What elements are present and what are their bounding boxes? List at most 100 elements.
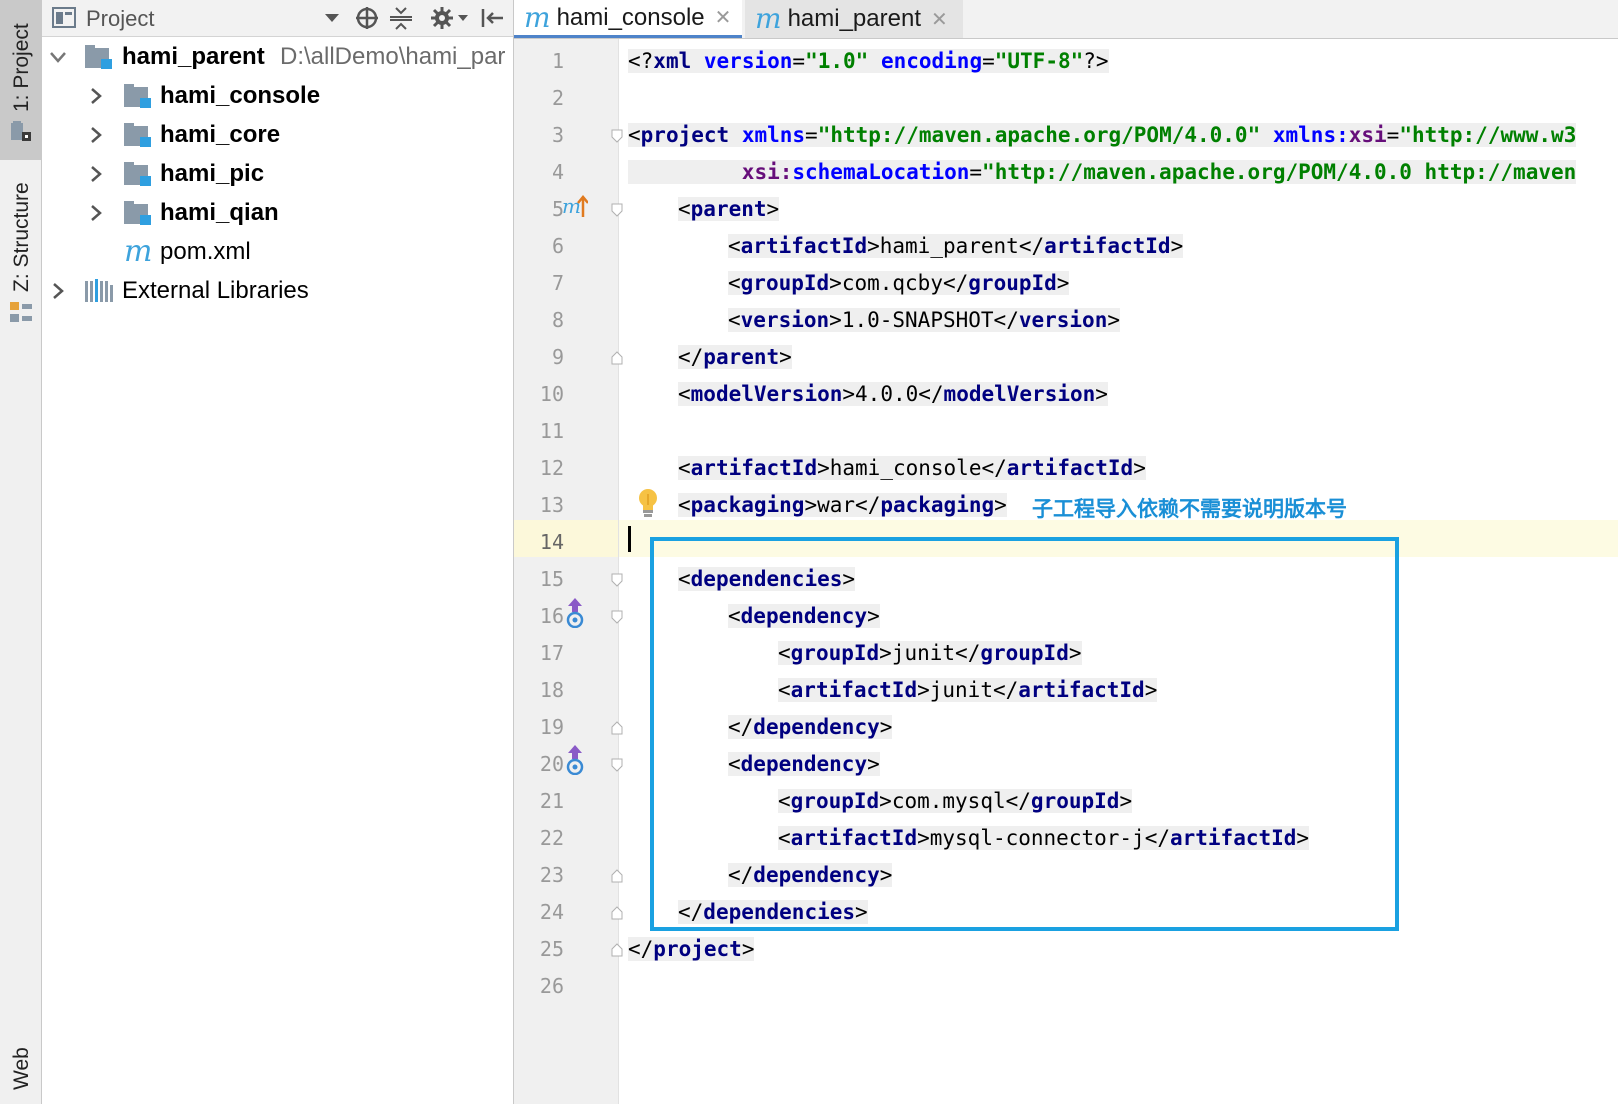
tree-item-hami-console[interactable]: hami_console <box>42 76 513 115</box>
project-tool-tab[interactable]: 1: Project <box>0 0 41 160</box>
tree-item-path: D:\allDemo\hami_par <box>280 42 506 70</box>
line-number[interactable]: 1 <box>514 43 564 80</box>
tree-item-hami-pic[interactable]: hami_pic <box>42 154 513 193</box>
web-tab-label: Web <box>10 1047 33 1090</box>
maven-dependency-icon[interactable] <box>564 745 586 775</box>
chevron-right-icon[interactable] <box>86 86 106 106</box>
fold-open-marker-icon[interactable] <box>611 203 623 217</box>
close-icon[interactable]: ✕ <box>931 7 948 32</box>
code-line-3[interactable]: <project xmlns="http://maven.apache.org/… <box>628 117 1577 154</box>
line-number[interactable]: 22 <box>514 820 564 857</box>
line-number[interactable]: 26 <box>514 968 564 1005</box>
project-tab-label: 1: Project <box>10 23 33 112</box>
line-number[interactable]: 5 <box>514 191 564 228</box>
line-number[interactable]: 6 <box>514 228 564 265</box>
locate-icon[interactable] <box>353 4 381 32</box>
module-folder-icon <box>124 162 151 186</box>
fold-open-marker-icon[interactable] <box>611 129 623 143</box>
code-line-17[interactable]: <groupId>junit</groupId> <box>778 635 1082 672</box>
project-panel-header: Project <box>42 0 513 37</box>
code-line-1[interactable]: <?xml version="1.0" encoding="UTF-8"?> <box>628 43 1109 80</box>
structure-tool-tab[interactable]: Z: Structure <box>0 170 41 330</box>
code-line-20[interactable]: <dependency> <box>728 746 880 783</box>
tool-window-strip: 1: Project Z: Structure Web <box>0 0 42 1104</box>
code-line-12[interactable]: <artifactId>hami_console</artifactId> <box>678 450 1146 487</box>
collapse-all-icon[interactable] <box>387 4 415 32</box>
fold-open-marker-icon[interactable] <box>611 758 623 772</box>
line-number[interactable]: 8 <box>514 302 564 339</box>
code-line-8[interactable]: <version>1.0-SNAPSHOT</version> <box>728 302 1121 339</box>
fold-close-marker-icon[interactable] <box>611 906 623 920</box>
line-number[interactable]: 20 <box>514 746 564 783</box>
line-number[interactable]: 18 <box>514 672 564 709</box>
line-number[interactable]: 12 <box>514 450 564 487</box>
code-line-4[interactable]: xsi:schemaLocation="http://maven.apache.… <box>628 154 1577 191</box>
line-number[interactable]: 23 <box>514 857 564 894</box>
tree-item-external-libraries[interactable]: External Libraries <box>42 271 513 310</box>
view-dropdown-icon[interactable] <box>318 4 346 32</box>
web-tool-tab[interactable]: Web <box>0 1020 41 1104</box>
chevron-right-icon[interactable] <box>86 125 106 145</box>
maven-parent-up-icon[interactable]: m <box>562 193 588 219</box>
tab-hami-parent[interactable]: m hami_parent ✕ <box>745 0 963 38</box>
chevron-right-icon[interactable] <box>86 164 106 184</box>
line-number[interactable]: 19 <box>514 709 564 746</box>
fold-close-marker-icon[interactable] <box>611 721 623 735</box>
code-line-6[interactable]: <artifactId>hami_parent</artifactId> <box>728 228 1184 265</box>
code-line-22[interactable]: <artifactId>mysql-connector-j</artifactI… <box>778 820 1310 857</box>
hide-panel-icon[interactable] <box>478 4 506 32</box>
tree-item-label: hami_core <box>160 120 281 148</box>
code-line-16[interactable]: <dependency> <box>728 598 880 635</box>
code-line-19[interactable]: </dependency> <box>728 709 893 746</box>
code-line-25[interactable]: </project> <box>628 931 755 968</box>
tree-item-label: External Libraries <box>122 276 309 304</box>
code-line-23[interactable]: </dependency> <box>728 857 893 894</box>
code-line-10[interactable]: <modelVersion>4.0.0</modelVersion> <box>678 376 1108 413</box>
maven-dependency-icon[interactable] <box>564 598 586 628</box>
line-number[interactable]: 16 <box>514 598 564 635</box>
chevron-right-icon[interactable] <box>48 281 68 301</box>
module-folder-icon <box>85 45 112 69</box>
line-number[interactable]: 15 <box>514 561 564 598</box>
chevron-right-icon[interactable] <box>86 203 106 223</box>
line-number[interactable]: 13 <box>514 487 564 524</box>
line-number[interactable]: 17 <box>514 635 564 672</box>
lightbulb-icon[interactable] <box>636 487 660 519</box>
line-number[interactable]: 11 <box>514 413 564 450</box>
line-number[interactable]: 2 <box>514 80 564 117</box>
tree-item-hami-core[interactable]: hami_core <box>42 115 513 154</box>
code-line-21[interactable]: <groupId>com.mysql</groupId> <box>778 783 1133 820</box>
tree-item-hami-qian[interactable]: hami_qian <box>42 193 513 232</box>
line-number[interactable]: 3 <box>514 117 564 154</box>
fold-open-marker-icon[interactable] <box>611 610 623 624</box>
code-line-5[interactable]: <parent> <box>678 191 780 228</box>
line-number[interactable]: 25 <box>514 931 564 968</box>
code-line-18[interactable]: <artifactId>junit</artifactId> <box>778 672 1158 709</box>
tab-hami-console[interactable]: m hami_console ✕ <box>514 0 742 38</box>
line-number[interactable]: 14 <box>514 524 564 561</box>
code-line-7[interactable]: <groupId>com.qcby</groupId> <box>728 265 1070 302</box>
tree-item-label: pom.xml <box>160 237 251 265</box>
line-number[interactable]: 21 <box>514 783 564 820</box>
tree-item-pom-xml[interactable]: m pom.xml <box>42 232 513 271</box>
line-number[interactable]: 7 <box>514 265 564 302</box>
code-line-15[interactable]: <dependencies> <box>678 561 856 598</box>
line-number[interactable]: 10 <box>514 376 564 413</box>
code-line-9[interactable]: </parent> <box>678 339 792 376</box>
chevron-down-icon[interactable] <box>48 47 68 67</box>
line-number[interactable]: 4 <box>514 154 564 191</box>
fold-close-marker-icon[interactable] <box>611 351 623 365</box>
settings-icon[interactable] <box>428 4 472 32</box>
fold-close-marker-icon[interactable] <box>611 869 623 883</box>
close-icon[interactable]: ✕ <box>715 5 732 30</box>
line-number[interactable]: 24 <box>514 894 564 931</box>
line-number[interactable]: 9 <box>514 339 564 376</box>
tree-item-hami-parent[interactable]: hami_parent D:\allDemo\hami_par <box>42 37 513 76</box>
project-panel-title[interactable]: Project <box>86 6 154 32</box>
fold-open-marker-icon[interactable] <box>611 573 623 587</box>
code-line-24[interactable]: </dependencies> <box>678 894 868 931</box>
code-line-13[interactable]: <packaging>war</packaging> <box>678 487 1007 524</box>
fold-close-marker-icon[interactable] <box>611 943 623 957</box>
tab-label: hami_parent <box>787 5 921 32</box>
maven-file-icon: m <box>124 234 153 269</box>
